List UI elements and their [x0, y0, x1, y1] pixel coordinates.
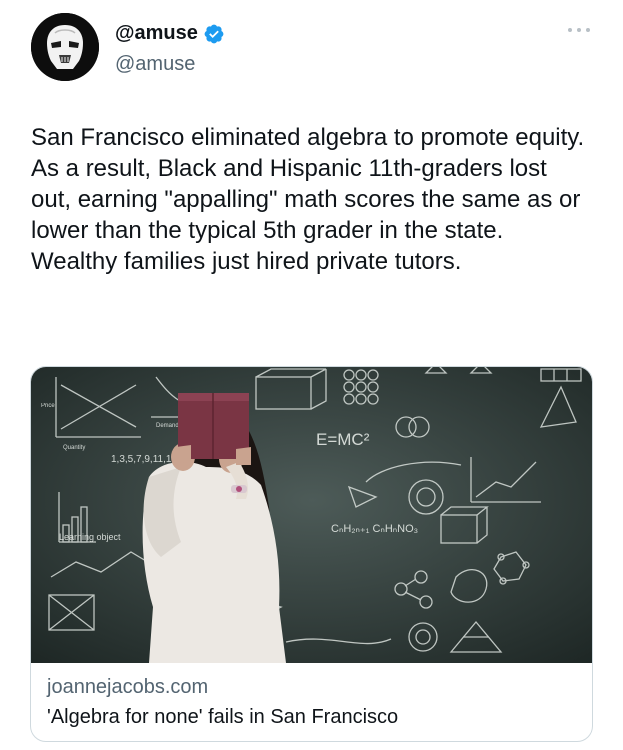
- chalk-learning: Learning object: [59, 532, 121, 542]
- display-name[interactable]: @amuse: [115, 22, 198, 45]
- author-name-row[interactable]: @amuse: [115, 22, 225, 45]
- chalk-formula: CₙH₂ₙ₊₁ CₙHₙNO₃: [331, 523, 418, 535]
- stormtrooper-avatar-icon: [31, 13, 99, 81]
- tweet: @amuse @amuse San Francisco eliminated a…: [0, 0, 623, 750]
- verified-badge-icon: [204, 24, 224, 43]
- link-card[interactable]: E=MC² 1,3,5,7,9,11,13,15 CₙH₂ₙ₊₁ CₙHₙNO₃…: [30, 366, 593, 742]
- card-meta: joannejacobs.com 'Algebra for none' fail…: [47, 673, 398, 731]
- card-title[interactable]: 'Algebra for none' fails in San Francisc…: [47, 703, 398, 731]
- more-options-icon[interactable]: [566, 24, 592, 36]
- chalk-demand: Demand: [156, 423, 179, 429]
- card-domain[interactable]: joannejacobs.com: [47, 673, 398, 701]
- tweet-text: San Francisco eliminated algebra to prom…: [31, 124, 585, 275]
- avatar[interactable]: [31, 13, 99, 81]
- author-handle[interactable]: @amuse: [115, 53, 195, 76]
- chalk-price: Price: [41, 403, 55, 409]
- chalk-emc: E=MC²: [316, 430, 370, 449]
- card-image[interactable]: E=MC² 1,3,5,7,9,11,13,15 CₙH₂ₙ₊₁ CₙHₙNO₃…: [31, 367, 593, 663]
- chalk-quantity: Quantity: [63, 445, 85, 451]
